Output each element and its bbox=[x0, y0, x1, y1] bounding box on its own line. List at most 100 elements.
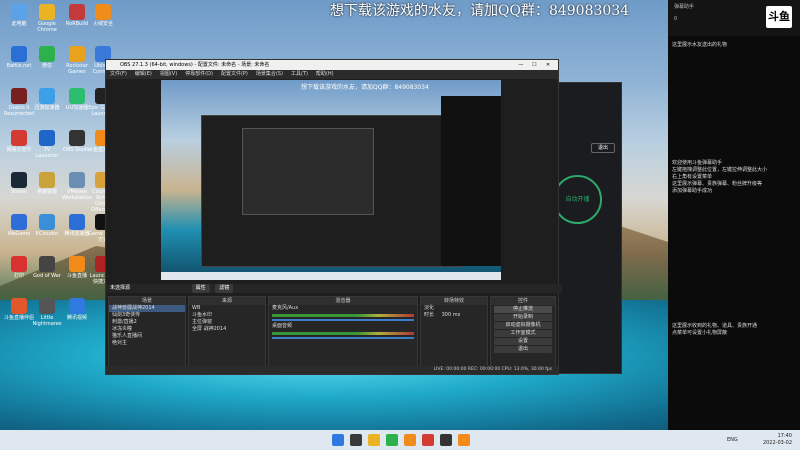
sources-panel-title: 来源 bbox=[189, 297, 265, 305]
desktop-icon[interactable]: WeGame bbox=[4, 214, 34, 237]
scene-item[interactable]: 猫乐人直播间 bbox=[109, 333, 185, 340]
app-icon bbox=[39, 298, 55, 314]
app-icon bbox=[11, 4, 27, 20]
source-item[interactable]: 全屏 战神2014 bbox=[189, 326, 265, 333]
app-icon bbox=[69, 4, 85, 20]
controls-panel: 控件 停止推流 开始录制 启动虚拟摄像机 工作室模式 设置 退出 bbox=[490, 296, 556, 370]
exit-button[interactable]: 退出 bbox=[591, 143, 615, 153]
control-button[interactable]: 开始录制 bbox=[494, 314, 552, 321]
desktop-volume-slider[interactable] bbox=[272, 337, 414, 339]
app-icon[interactable] bbox=[422, 434, 434, 446]
source-item[interactable]: 主位弹窗 bbox=[189, 319, 265, 326]
douyu-icon[interactable] bbox=[458, 434, 470, 446]
app-icon bbox=[39, 88, 55, 104]
menu-item[interactable]: 文件(F) bbox=[110, 71, 127, 77]
preview-taskbar bbox=[161, 272, 501, 280]
desktop-icon[interactable]: TV Launcher bbox=[32, 130, 62, 159]
control-button[interactable]: 停止推流 bbox=[494, 306, 552, 313]
filters-button[interactable]: 滤镜 bbox=[215, 284, 234, 293]
chat-header-label: 弹幕助手 bbox=[674, 4, 695, 10]
transitions-panel: 转场特效 淡化 时长 300 ms bbox=[420, 296, 488, 370]
chat-message: 这里展示水友送出的礼物 bbox=[672, 42, 728, 48]
desktop-icon[interactable]: Google Chrome bbox=[32, 4, 62, 33]
desktop-icon-label: 斗鱼直播伴侣 bbox=[4, 315, 35, 321]
desktop-icon[interactable]: 微信 bbox=[32, 46, 62, 69]
desktop-icon[interactable]: Little Nightmares bbox=[32, 298, 62, 327]
duration-input[interactable]: 300 ms bbox=[442, 312, 461, 318]
desktop-icon[interactable]: 英雄联盟 bbox=[32, 172, 62, 195]
sources-panel: 来源 WB 斗鱼水印 主位弹窗 全屏 战神2014 bbox=[188, 296, 266, 370]
mic-volume-slider[interactable] bbox=[272, 319, 414, 321]
desktop-icon[interactable]: Steam bbox=[4, 172, 34, 195]
desktop-icon[interactable]: EClouder bbox=[32, 214, 62, 237]
preview-canvas[interactable]: 想下载该游戏的水友，请加QQ群：849083034 bbox=[161, 80, 501, 280]
search-icon[interactable] bbox=[350, 434, 362, 446]
control-button[interactable]: 工作室模式 bbox=[494, 330, 552, 337]
menu-item[interactable]: 工具(T) bbox=[291, 71, 308, 77]
obs-icon[interactable] bbox=[440, 434, 452, 446]
preview-overlay-text: 想下载该游戏的水友，请加QQ群：849083034 bbox=[301, 84, 429, 91]
source-item[interactable]: 斗鱼水印 bbox=[189, 312, 265, 319]
desktop-icon[interactable]: 腾讯视频 bbox=[62, 298, 92, 321]
obs-window[interactable]: OBS 27.1.3 (64-bit, windows) - 配置文件: 未命名… bbox=[105, 59, 562, 375]
minimize-icon[interactable]: — bbox=[515, 60, 527, 70]
desktop-icon-label: 腾讯视频 bbox=[66, 315, 87, 321]
language-indicator[interactable]: ENG bbox=[727, 437, 738, 443]
desktop-icon-label: 火绒安全 bbox=[92, 21, 113, 27]
desktop-icon-label: 英雄联盟 bbox=[36, 189, 57, 195]
control-button[interactable]: 设置 bbox=[494, 338, 552, 345]
desktop-icon[interactable]: 网易云音乐 bbox=[4, 130, 34, 153]
clock[interactable]: 17:40 2022-03-02 bbox=[763, 433, 792, 447]
desktop-icon-label: EClouder bbox=[35, 231, 59, 237]
scene-item[interactable]: 战神兽疆战神2014 bbox=[109, 305, 185, 312]
menu-item[interactable]: 帮助(H) bbox=[316, 71, 334, 77]
scene-item[interactable]: 仙剑3奇侠传 bbox=[109, 312, 185, 319]
control-button[interactable]: 启动虚拟摄像机 bbox=[494, 322, 552, 329]
app-icon bbox=[69, 172, 85, 188]
maximize-icon[interactable]: ☐ bbox=[528, 60, 540, 70]
scene-item[interactable]: 冰冻炎瞳 bbox=[109, 326, 185, 333]
start-icon[interactable] bbox=[332, 434, 344, 446]
folder-icon[interactable] bbox=[404, 434, 416, 446]
app-icon bbox=[69, 298, 85, 314]
scene-item[interactable]: 绝对主 bbox=[109, 340, 185, 347]
chat-message: 这里展示收到的礼物、道具、贵族开通 点菜单可设置小礼物屏蔽 bbox=[672, 323, 758, 336]
app-icon bbox=[39, 130, 55, 146]
close-icon[interactable]: ✕ bbox=[542, 60, 554, 70]
desktop-icon[interactable]: 打印 bbox=[4, 256, 34, 279]
app-icon bbox=[11, 130, 27, 146]
obs-titlebar: OBS 27.1.3 (64-bit, windows) - 配置文件: 未命名… bbox=[106, 60, 558, 70]
app-icon bbox=[11, 88, 27, 104]
desktop-icon[interactable]: God of War bbox=[32, 256, 62, 279]
properties-button[interactable]: 属性 bbox=[191, 284, 210, 293]
menu-item[interactable]: 配置文件(P) bbox=[221, 71, 248, 77]
transitions-panel-title: 转场特效 bbox=[421, 297, 487, 305]
transition-type-select[interactable]: 淡化 bbox=[421, 305, 487, 312]
scene-item[interactable]: 刺激/直播2 bbox=[109, 319, 185, 326]
desktop-icon[interactable]: Battle.net bbox=[4, 46, 34, 69]
source-item[interactable]: WB bbox=[189, 305, 265, 312]
desktop-icon-label: God of War bbox=[33, 273, 61, 279]
preview-obs-window bbox=[201, 115, 463, 267]
desktop-icon[interactable]: Diablo II Resurrected bbox=[4, 88, 34, 117]
menu-item[interactable]: 停靠部件(D) bbox=[185, 71, 213, 77]
wechat-icon[interactable] bbox=[386, 434, 398, 446]
desktop-icon[interactable]: 斗鱼直播伴侣 bbox=[4, 298, 34, 321]
desktop-icon[interactable]: 迅游加速器 bbox=[32, 88, 62, 111]
desktop-icon[interactable]: 火绒安全 bbox=[88, 4, 118, 27]
desktop-icons: 此电脑 Google Chrome RoRBuild 火绒安全 Battle.net 微信… bbox=[0, 0, 118, 430]
menu-item[interactable]: 视图(V) bbox=[160, 71, 177, 77]
control-button[interactable]: 退出 bbox=[494, 346, 552, 353]
auto-start-button[interactable]: 自动开播 bbox=[553, 175, 602, 224]
desktop-icon-label: Google Chrome bbox=[37, 21, 57, 33]
desktop-icon[interactable]: 此电脑 bbox=[4, 4, 34, 27]
chat-panel[interactable]: 弹幕助手 0 斗鱼 这里展示水友送出的礼物 欢迎使用斗鱼弹幕助手 左键拖拽调整此… bbox=[668, 0, 800, 450]
app-icon bbox=[39, 46, 55, 62]
chrome-icon[interactable] bbox=[368, 434, 380, 446]
menu-item[interactable]: 场景集合(S) bbox=[256, 71, 283, 77]
app-icon bbox=[69, 214, 85, 230]
viewer-count: 0 bbox=[674, 16, 678, 22]
menu-item[interactable]: 编辑(E) bbox=[135, 71, 152, 77]
desktop-icon-label: Steam bbox=[10, 189, 28, 195]
app-icon bbox=[69, 256, 85, 272]
